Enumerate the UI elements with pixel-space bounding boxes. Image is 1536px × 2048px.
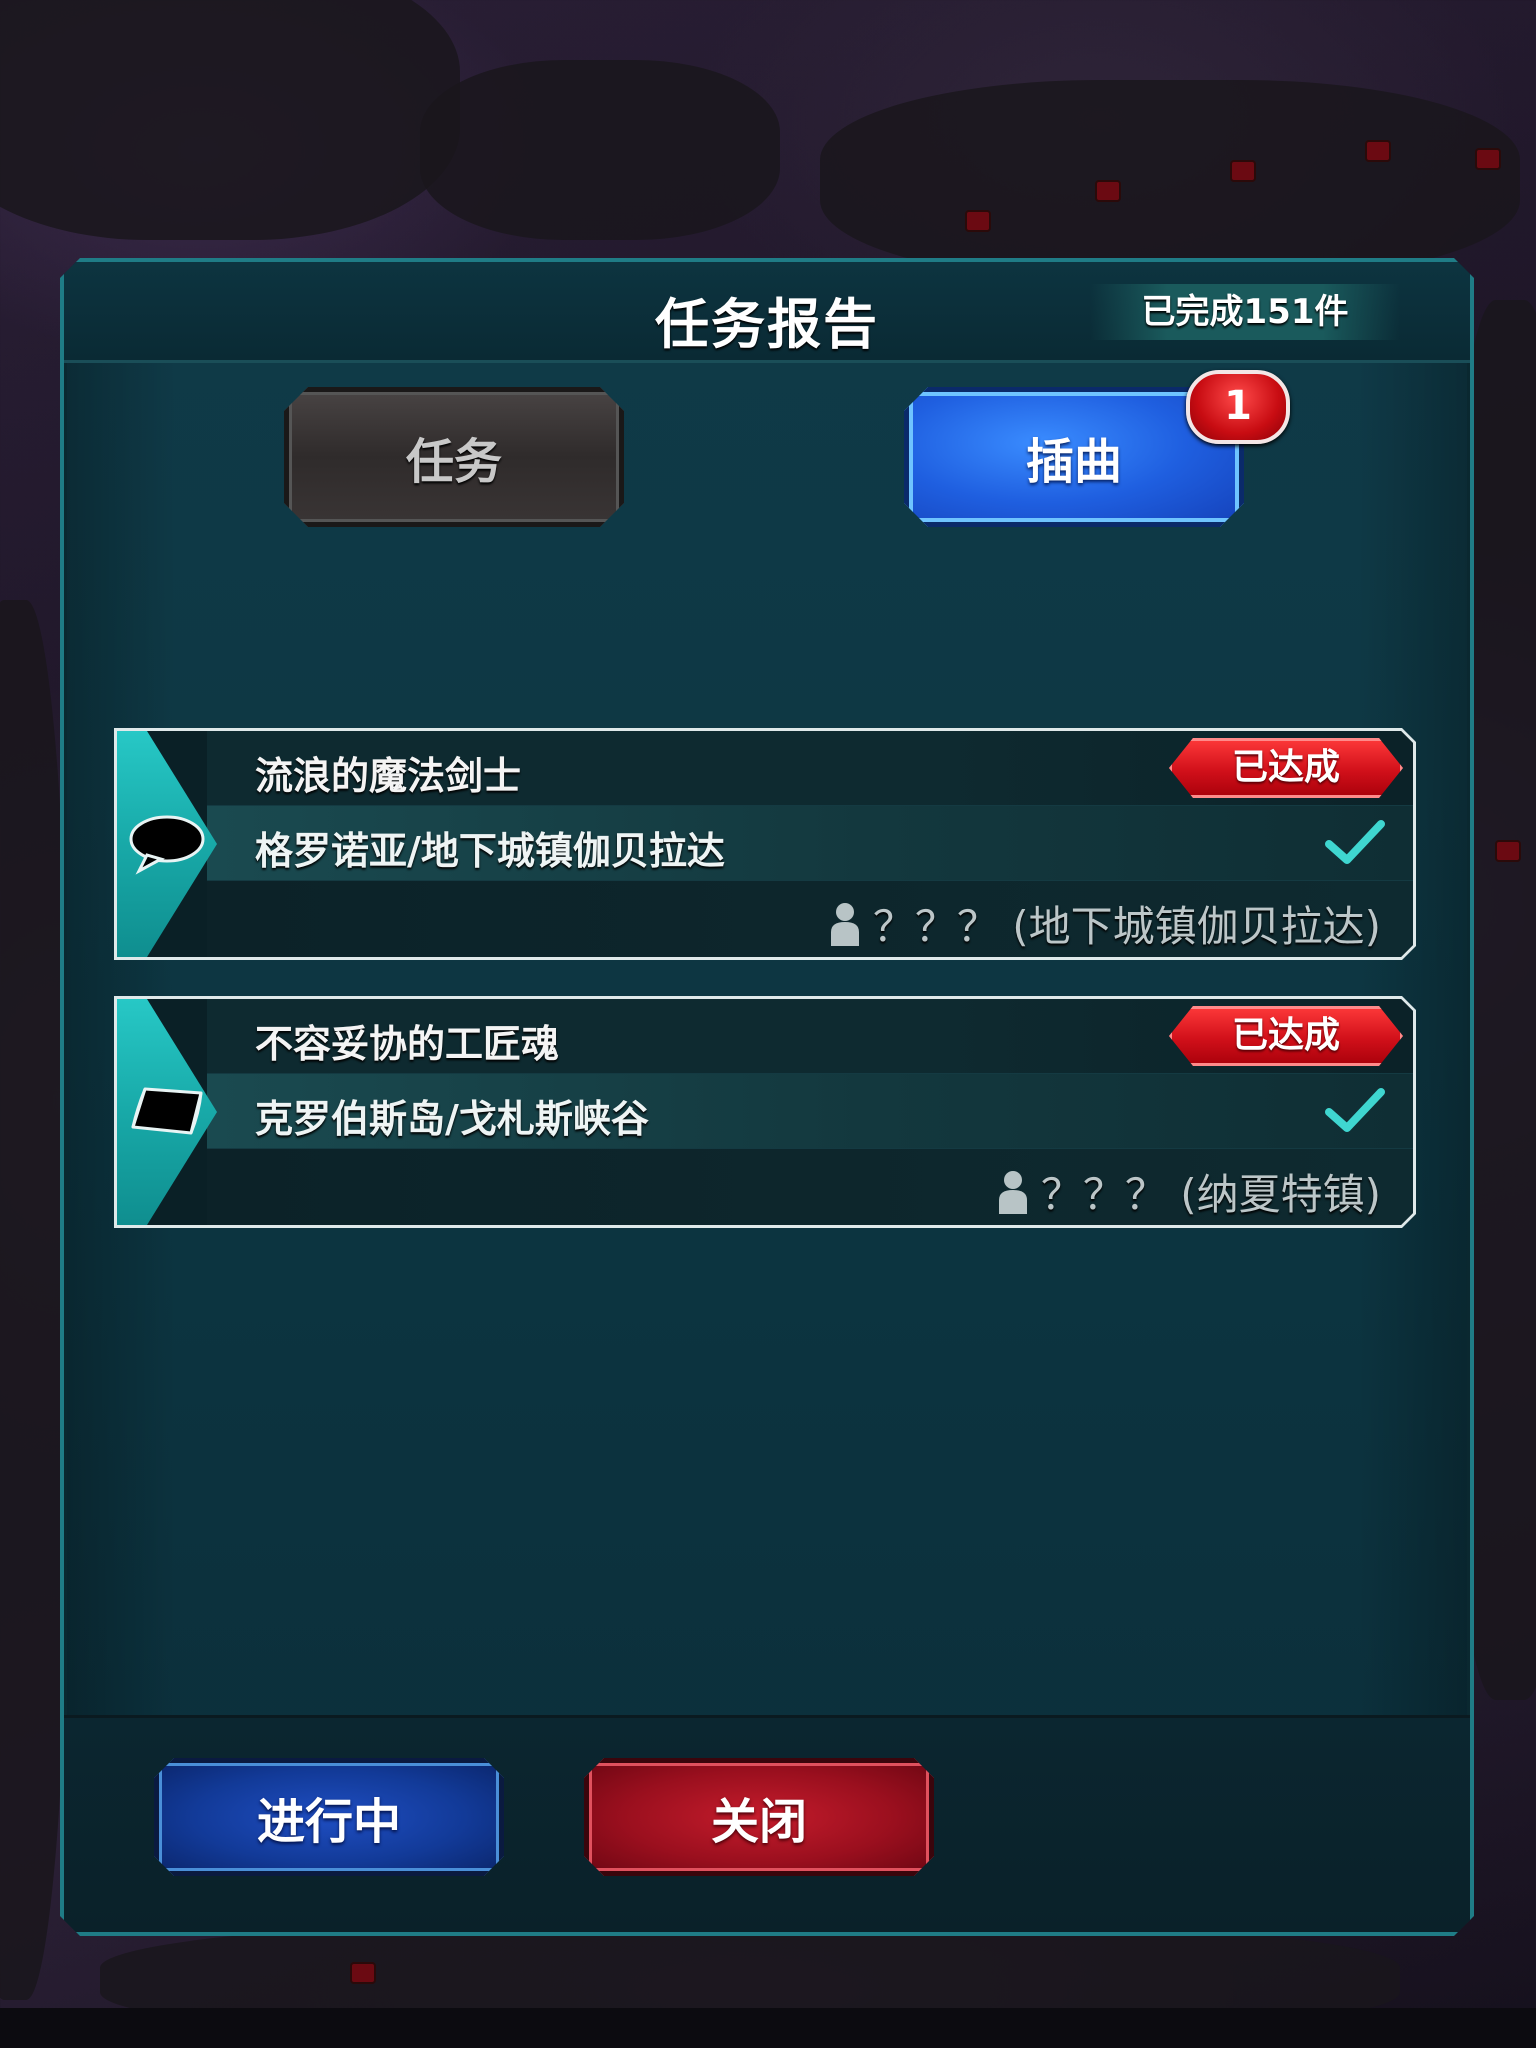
quest-card[interactable]: 流浪的魔法剑士 已达成 格罗诺亚/地下城镇伽贝拉达 ？？？ (地下城镇伽贝拉达) [114, 728, 1416, 960]
person-icon [829, 902, 861, 946]
tab-episode-label: 插曲 [1025, 434, 1122, 490]
completed-count: 已完成151件 [1090, 284, 1400, 340]
close-button[interactable]: 关闭 [584, 1758, 934, 1876]
notification-badge: 1 [1186, 370, 1290, 444]
tab-mission[interactable]: 任务 [284, 387, 624, 527]
tab-mission-label: 任务 [405, 434, 502, 490]
speech-bubble-icon [127, 811, 207, 875]
quest-location-row: 格罗诺亚/地下城镇伽贝拉达 [207, 806, 1413, 882]
quest-location: 克罗伯斯岛/戈札斯峡谷 [255, 1097, 649, 1141]
in-progress-button[interactable]: 进行中 [154, 1758, 504, 1876]
quest-npc-row: ？？？ (地下城镇伽贝拉达) [207, 881, 1413, 957]
quest-title-row: 流浪的魔法剑士 已达成 [207, 731, 1413, 807]
person-icon [997, 1170, 1029, 1214]
quest-report-dialog: 任务报告 已完成151件 任务 插曲 1 流浪的魔法剑士 已达成 格罗诺亚/地下… [60, 258, 1474, 1936]
dialog-footer: 进行中 关闭 [64, 1715, 1470, 1932]
quest-location-row: 克罗伯斯岛/戈札斯峡谷 [207, 1074, 1413, 1150]
map-scroll-icon [127, 1079, 207, 1143]
status-badge: 已达成 [1169, 738, 1403, 798]
quest-title: 流浪的魔法剑士 [255, 754, 522, 798]
quest-npc: ？？？ (地下城镇伽贝拉达) [829, 893, 1381, 954]
status-badge: 已达成 [1169, 1006, 1403, 1066]
quest-npc-row: ？？？ (纳夏特镇) [207, 1149, 1413, 1225]
quest-card[interactable]: 不容妥协的工匠魂 已达成 克罗伯斯岛/戈札斯峡谷 ？？？ (纳夏特镇) [114, 996, 1416, 1228]
quest-npc: ？？？ (纳夏特镇) [997, 1161, 1381, 1222]
quest-location: 格罗诺亚/地下城镇伽贝拉达 [255, 829, 725, 873]
close-label: 关闭 [710, 1794, 807, 1850]
dialog-header: 任务报告 已完成151件 [64, 262, 1470, 363]
quest-npc-label: ？？？ (地下城镇伽贝拉达) [872, 902, 1381, 951]
in-progress-label: 进行中 [256, 1794, 401, 1850]
check-icon [1325, 1088, 1385, 1134]
quest-npc-label: ？？？ (纳夏特镇) [1040, 1170, 1381, 1219]
quest-title: 不容妥协的工匠魂 [255, 1022, 560, 1066]
quest-title-row: 不容妥协的工匠魂 已达成 [207, 999, 1413, 1075]
quest-card-body: 流浪的魔法剑士 已达成 格罗诺亚/地下城镇伽贝拉达 ？？？ (地下城镇伽贝拉达) [117, 731, 1413, 957]
quest-card-body: 不容妥协的工匠魂 已达成 克罗伯斯岛/戈札斯峡谷 ？？？ (纳夏特镇) [117, 999, 1413, 1225]
check-icon [1325, 820, 1385, 866]
